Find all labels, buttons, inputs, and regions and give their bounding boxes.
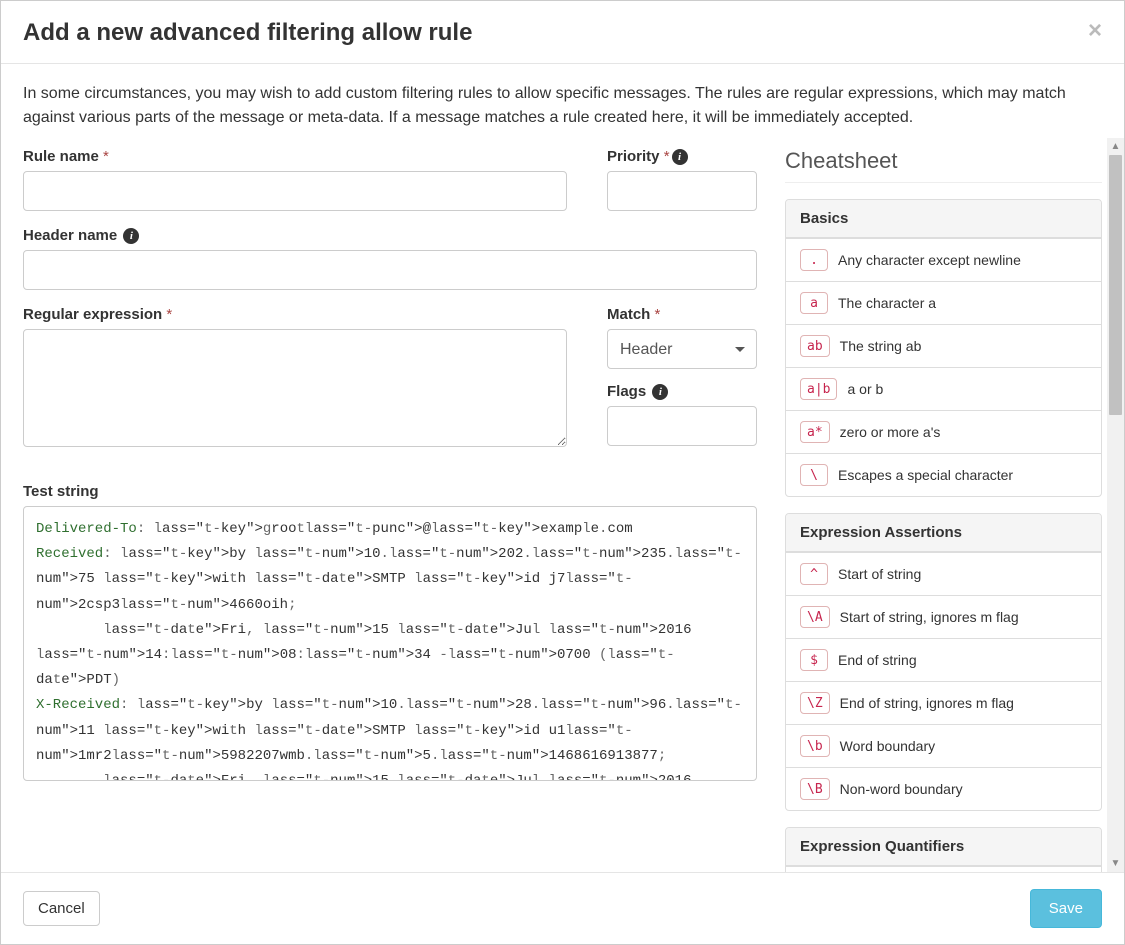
modal-body: Rule name * Priority *i Header name i bbox=[1, 138, 1124, 872]
list-item: a|b a or b bbox=[786, 367, 1101, 410]
close-icon[interactable]: × bbox=[1088, 19, 1102, 43]
info-icon[interactable]: i bbox=[652, 384, 668, 400]
item-desc: The string ab bbox=[840, 338, 922, 354]
regex-input[interactable] bbox=[23, 329, 567, 447]
test-string-textarea[interactable]: Delivered-To: lass="t-key">grootlass="t-… bbox=[23, 506, 757, 781]
list-item: \Z End of string, ignores m flag bbox=[786, 681, 1101, 724]
item-desc: zero or more a's bbox=[840, 424, 941, 440]
item-desc: End of string, ignores m flag bbox=[840, 695, 1014, 711]
list-item: \B Non-word boundary bbox=[786, 767, 1101, 810]
list-item: $ End of string bbox=[786, 638, 1101, 681]
panel-heading: Basics bbox=[786, 200, 1101, 238]
item-desc: a or b bbox=[847, 381, 883, 397]
item-desc: Word boundary bbox=[840, 738, 935, 754]
code-chip: ab bbox=[800, 335, 830, 357]
scroll-down-icon[interactable]: ▼ bbox=[1107, 855, 1124, 872]
flags-input[interactable] bbox=[607, 406, 757, 446]
code-chip: \B bbox=[800, 778, 830, 800]
rule-name-label: Rule name * bbox=[23, 148, 567, 165]
modal-title: Add a new advanced filtering allow rule bbox=[23, 19, 472, 47]
item-desc: Non-word boundary bbox=[840, 781, 963, 797]
modal-description: In some circumstances, you may wish to a… bbox=[1, 64, 1124, 138]
panel-heading: Expression Assertions bbox=[786, 514, 1101, 552]
modal-dialog: Add a new advanced filtering allow rule … bbox=[0, 0, 1125, 945]
panel-heading: Expression Quantifiers bbox=[786, 828, 1101, 866]
list-item: ^ Start of string bbox=[786, 552, 1101, 595]
code-chip: . bbox=[800, 249, 828, 271]
cheatsheet-panel: Expression Assertions ^ Start of string \A S… bbox=[785, 513, 1102, 811]
modal-footer: Cancel Save bbox=[1, 872, 1124, 944]
save-button[interactable]: Save bbox=[1030, 889, 1102, 928]
info-icon[interactable]: i bbox=[123, 228, 139, 244]
item-desc: Escapes a special character bbox=[838, 467, 1013, 483]
code-chip: a* bbox=[800, 421, 830, 443]
cheatsheet-sidebar: Cheatsheet Basics. Any character except n… bbox=[779, 138, 1124, 872]
cheatsheet-panel: Basics. Any character except newline a The … bbox=[785, 199, 1102, 497]
item-desc: Any character except newline bbox=[838, 252, 1021, 268]
match-select[interactable]: Header bbox=[607, 329, 757, 369]
modal-header: Add a new advanced filtering allow rule … bbox=[1, 1, 1124, 64]
scroll-thumb[interactable] bbox=[1109, 155, 1122, 415]
match-label: Match * bbox=[607, 306, 757, 323]
flags-label: Flags i bbox=[607, 383, 757, 400]
list-item: . Any character except newline bbox=[786, 238, 1101, 281]
list-item: \A Start of string, ignores m flag bbox=[786, 595, 1101, 638]
form-column: Rule name * Priority *i Header name i bbox=[1, 138, 779, 872]
code-chip: a|b bbox=[800, 378, 837, 400]
code-chip: a bbox=[800, 292, 828, 314]
header-name-label: Header name i bbox=[23, 227, 757, 244]
list-item: \ Escapes a special character bbox=[786, 453, 1101, 496]
regex-label: Regular expression * bbox=[23, 306, 567, 323]
item-desc: End of string bbox=[838, 652, 917, 668]
code-chip: $ bbox=[800, 649, 828, 671]
info-icon[interactable]: i bbox=[672, 149, 688, 165]
code-chip: \ bbox=[800, 464, 828, 486]
scrollbar[interactable]: ▲ ▼ bbox=[1107, 138, 1124, 872]
item-desc: Start of string, ignores m flag bbox=[840, 609, 1019, 625]
cheatsheet-title: Cheatsheet bbox=[785, 148, 1102, 183]
code-chip: ^ bbox=[800, 563, 828, 585]
priority-label: Priority *i bbox=[607, 148, 757, 165]
scroll-up-icon[interactable]: ▲ bbox=[1107, 138, 1124, 155]
code-chip: \A bbox=[800, 606, 830, 628]
rule-name-input[interactable] bbox=[23, 171, 567, 211]
list-item: a* zero or more a's bbox=[786, 410, 1101, 453]
test-string-label: Test string bbox=[23, 483, 757, 500]
cheatsheet-panel: Expression Quantifiers*0 or more bbox=[785, 827, 1102, 872]
header-name-input[interactable] bbox=[23, 250, 757, 290]
list-item: ab The string ab bbox=[786, 324, 1101, 367]
list-item: *0 or more bbox=[786, 866, 1101, 872]
list-item: \b Word boundary bbox=[786, 724, 1101, 767]
item-desc: The character a bbox=[838, 295, 936, 311]
code-chip: \Z bbox=[800, 692, 830, 714]
cancel-button[interactable]: Cancel bbox=[23, 891, 100, 926]
priority-input[interactable] bbox=[607, 171, 757, 211]
list-item: a The character a bbox=[786, 281, 1101, 324]
item-desc: Start of string bbox=[838, 566, 921, 582]
code-chip: \b bbox=[800, 735, 830, 757]
